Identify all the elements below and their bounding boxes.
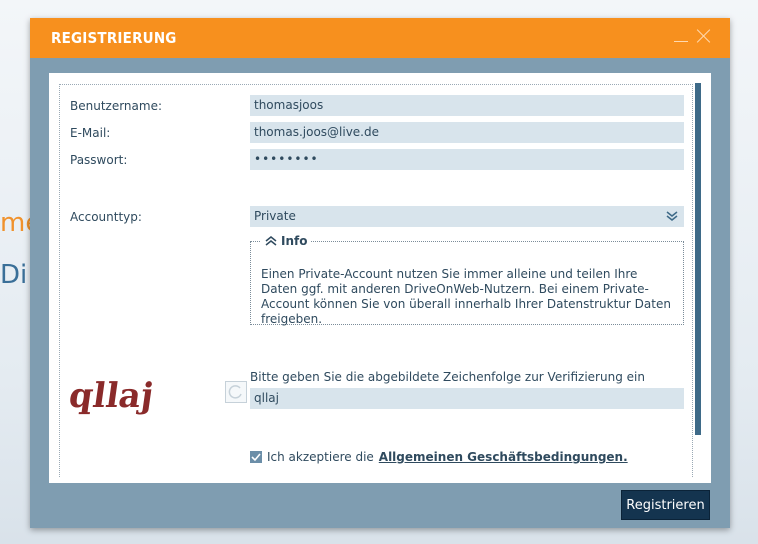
captcha-hint: Bitte geben Sie die abgebildete Zeichenf…: [250, 370, 645, 384]
dialog-titlebar[interactable]: REGISTRIERUNG: [30, 18, 730, 58]
username-label: Benutzername:: [70, 99, 163, 113]
close-icon[interactable]: [696, 28, 712, 44]
terms-row: Ich akzeptiere die Allgemeinen Geschäfts…: [250, 450, 628, 464]
info-title: Info: [281, 234, 308, 248]
chevron-down-icon[interactable]: [666, 210, 678, 222]
captcha-image-text: qllaj: [70, 377, 156, 416]
terms-text: Ich akzeptiere die: [267, 450, 374, 464]
account-type-select[interactable]: Private: [250, 206, 684, 227]
refresh-captcha-button[interactable]: [225, 381, 247, 403]
info-legend[interactable]: Info: [261, 234, 312, 248]
form-scroll-area: Benutzername: thomasjoos E-Mail: thomas.…: [59, 84, 693, 477]
terms-link[interactable]: Allgemeinen Geschäftsbedingungen.: [379, 450, 628, 464]
email-label: E-Mail:: [70, 126, 111, 140]
register-button[interactable]: Registrieren: [621, 490, 710, 520]
info-fieldset: Info Einen Private-Account nutzen Sie im…: [250, 234, 684, 326]
account-type-value: Private: [254, 209, 296, 223]
password-input[interactable]: ••••••••: [250, 149, 684, 170]
scrollbar[interactable]: [695, 83, 701, 435]
dialog-title: REGISTRIERUNG: [51, 29, 177, 47]
minimize-icon[interactable]: [673, 28, 689, 44]
captcha-input[interactable]: qllaj: [250, 388, 684, 409]
password-label: Passwort:: [70, 153, 128, 167]
form-panel: Benutzername: thomasjoos E-Mail: thomas.…: [49, 73, 711, 483]
username-input[interactable]: thomasjoos: [250, 95, 684, 116]
chevron-up-icon[interactable]: [265, 235, 277, 247]
account-type-label: Accounttyp:: [70, 210, 142, 224]
check-icon: [251, 453, 261, 462]
registration-dialog: REGISTRIERUNG Benutzername: thomasjoos E…: [30, 18, 730, 528]
info-text: Einen Private-Account nutzen Sie immer a…: [261, 267, 671, 326]
terms-checkbox[interactable]: [250, 451, 262, 463]
captcha-image: qllaj: [70, 377, 156, 416]
refresh-icon: [228, 385, 242, 399]
email-input[interactable]: thomas.joos@live.de: [250, 122, 684, 143]
background-text-blue: Di: [0, 260, 28, 290]
